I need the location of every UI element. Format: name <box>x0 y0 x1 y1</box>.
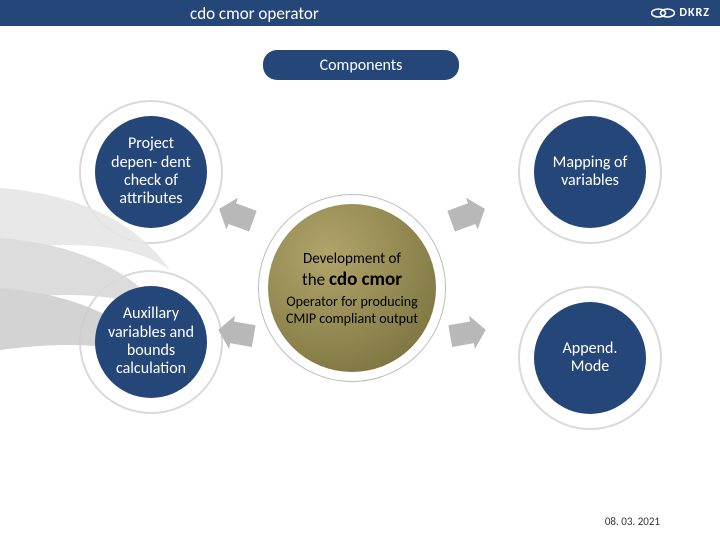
bubble-top-right-text: Mapping of variables <box>534 116 646 228</box>
center-line1: Development of <box>303 250 401 268</box>
bubble-top-left-text: Project depen- dent check of attributes <box>95 116 207 228</box>
bubble-top-right: Mapping of variables <box>524 106 656 238</box>
page-title: cdo cmor operator <box>190 3 319 24</box>
top-bar: cdo cmor operator DKRZ <box>0 0 720 26</box>
arrow-bottom-left <box>213 313 258 353</box>
center-line3: Operator for producing CMIP compliant ou… <box>278 293 426 327</box>
center-line2: the cdo cmor <box>302 268 402 291</box>
center-bubble: Development of the cdo cmor Operator for… <box>258 194 446 382</box>
bubble-top-left: Project depen- dent check of attributes <box>85 106 217 238</box>
components-pill: Components <box>263 50 459 80</box>
footer-date: 08. 03. 2021 <box>605 515 660 528</box>
bubble-bottom-left: Auxillary variables and bounds calculati… <box>85 276 217 408</box>
logo-text: DKRZ <box>679 6 710 20</box>
arrow-bottom-right <box>445 313 490 353</box>
bubble-bottom-right-text: Append. Mode <box>534 302 646 414</box>
bubble-bottom-left-text: Auxillary variables and bounds calculati… <box>95 286 207 398</box>
bubble-bottom-right: Append. Mode <box>524 292 656 424</box>
arrow-top-right <box>443 192 492 238</box>
arrow-top-left <box>211 192 260 238</box>
logo: DKRZ <box>651 6 710 20</box>
logo-icon <box>651 6 675 20</box>
components-label: Components <box>320 56 403 75</box>
